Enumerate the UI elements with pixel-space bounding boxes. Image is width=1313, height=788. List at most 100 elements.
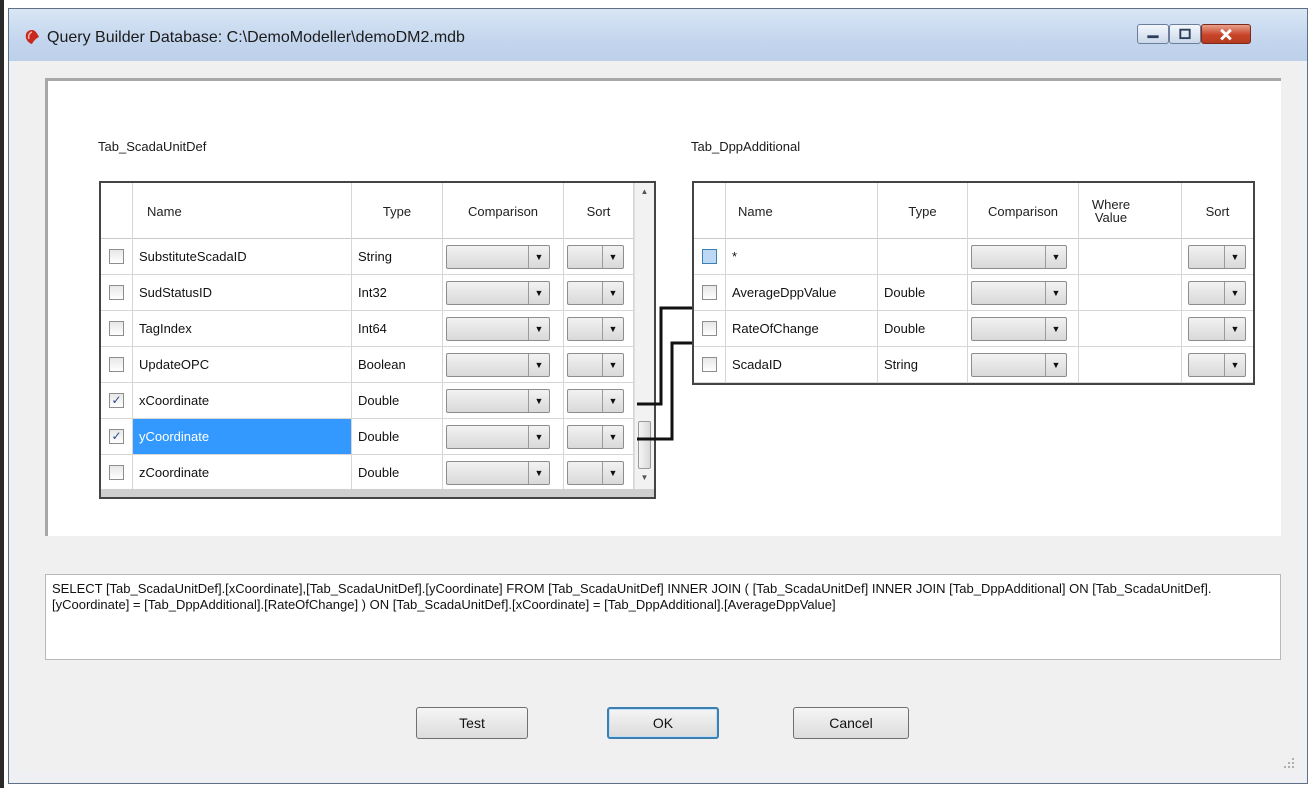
field-name-cell[interactable]: RateOfChange [726, 311, 878, 346]
comparison-dropdown[interactable]: ▼ [971, 317, 1067, 341]
scroll-thumb[interactable] [638, 421, 651, 469]
horizontal-scrollbar[interactable] [101, 489, 654, 497]
chevron-down-icon: ▼ [528, 462, 549, 484]
dialog-body: Tab_ScadaUnitDef Tab_DppAdditional Name … [17, 61, 1299, 773]
comparison-dropdown[interactable]: ▼ [446, 245, 550, 269]
scroll-up-icon[interactable]: ▲ [635, 185, 654, 199]
sort-dropdown[interactable]: ▼ [567, 353, 624, 377]
comparison-dropdown[interactable]: ▼ [971, 353, 1067, 377]
chevron-down-icon: ▼ [1045, 282, 1066, 304]
sort-cell: ▼ [564, 275, 634, 310]
chevron-down-icon: ▼ [1224, 282, 1245, 304]
table-row[interactable]: UpdateOPC Boolean ▼ ▼ [101, 347, 634, 383]
resize-grip-icon[interactable] [1283, 757, 1295, 769]
header-name[interactable]: Name [133, 183, 352, 239]
where-value-cell[interactable] [1079, 347, 1182, 382]
header-type[interactable]: Type [352, 183, 443, 239]
ok-button[interactable]: OK [607, 707, 719, 739]
field-name-cell[interactable]: ScadaID [726, 347, 878, 382]
row-checkbox[interactable]: ✓ [109, 429, 124, 444]
close-button[interactable] [1201, 24, 1251, 44]
sort-dropdown[interactable]: ▼ [567, 245, 624, 269]
sort-dropdown[interactable]: ▼ [1188, 317, 1246, 341]
sort-dropdown[interactable]: ▼ [567, 425, 624, 449]
sort-dropdown[interactable]: ▼ [567, 317, 624, 341]
field-name-cell[interactable]: * [726, 239, 878, 274]
row-checkbox[interactable] [702, 357, 717, 372]
where-value-cell[interactable] [1079, 239, 1182, 274]
table-row[interactable]: * ▼ ▼ [694, 239, 1253, 275]
comparison-dropdown[interactable]: ▼ [446, 281, 550, 305]
row-select-cell [694, 239, 726, 274]
table-row[interactable]: ✓ yCoordinate Double ▼ ▼ [101, 419, 634, 455]
row-select-cell [101, 311, 133, 346]
header-comparison[interactable]: Comparison [443, 183, 564, 239]
sort-dropdown[interactable]: ▼ [567, 281, 624, 305]
row-checkbox[interactable] [109, 321, 124, 336]
header-type[interactable]: Type [878, 183, 968, 239]
comparison-dropdown[interactable]: ▼ [446, 353, 550, 377]
test-button[interactable]: Test [416, 707, 528, 739]
cancel-button[interactable]: Cancel [793, 707, 909, 739]
comparison-dropdown[interactable]: ▼ [971, 245, 1067, 269]
comparison-dropdown[interactable]: ▼ [446, 425, 550, 449]
table-row[interactable]: RateOfChange Double ▼ ▼ [694, 311, 1253, 347]
sort-dropdown[interactable]: ▼ [567, 389, 624, 413]
field-name-cell[interactable]: xCoordinate [133, 383, 352, 418]
row-checkbox[interactable] [109, 357, 124, 372]
sql-text-box[interactable]: SELECT [Tab_ScadaUnitDef].[xCoordinate],… [45, 574, 1281, 660]
header-name[interactable]: Name [726, 183, 878, 239]
scroll-down-icon[interactable]: ▼ [635, 471, 654, 485]
table-row[interactable]: zCoordinate Double ▼ ▼ [101, 455, 634, 491]
chevron-down-icon: ▼ [528, 390, 549, 412]
field-name-cell[interactable]: SubstituteScadaID [133, 239, 352, 274]
minimize-icon [1147, 35, 1159, 39]
sort-dropdown[interactable]: ▼ [567, 461, 624, 485]
row-checkbox[interactable] [702, 285, 717, 300]
row-checkbox[interactable] [109, 465, 124, 480]
header-comparison[interactable]: Comparison [968, 183, 1079, 239]
table-row[interactable]: ScadaID String ▼ ▼ [694, 347, 1253, 383]
chevron-down-icon: ▼ [602, 390, 623, 412]
comparison-dropdown[interactable]: ▼ [446, 317, 550, 341]
table-row[interactable]: ✓ xCoordinate Double ▼ ▼ [101, 383, 634, 419]
header-where-value[interactable]: Where Value [1079, 183, 1182, 239]
field-name-cell[interactable]: TagIndex [133, 311, 352, 346]
maximize-button[interactable] [1169, 24, 1201, 44]
field-name-cell[interactable]: yCoordinate [133, 419, 352, 454]
comparison-dropdown[interactable]: ▼ [446, 461, 550, 485]
table-row[interactable]: TagIndex Int64 ▼ ▼ [101, 311, 634, 347]
comparison-cell: ▼ [443, 311, 564, 346]
comparison-dropdown[interactable]: ▼ [971, 281, 1067, 305]
vertical-scrollbar[interactable]: ▲ ▼ [634, 183, 654, 489]
row-select-cell: ✓ [101, 419, 133, 454]
row-checkbox[interactable] [109, 285, 124, 300]
field-name-cell[interactable]: UpdateOPC [133, 347, 352, 382]
field-name-cell[interactable]: AverageDppValue [726, 275, 878, 310]
row-checkbox[interactable] [109, 249, 124, 264]
where-value-cell[interactable] [1079, 311, 1182, 346]
field-name-cell[interactable]: SudStatusID [133, 275, 352, 310]
minimize-button[interactable] [1137, 24, 1169, 44]
table-grid-scadaunitdef[interactable]: Name Type Comparison Sort SubstituteScad… [99, 181, 656, 499]
where-value-cell[interactable] [1079, 275, 1182, 310]
row-checkbox[interactable]: ✓ [109, 393, 124, 408]
comparison-cell: ▼ [443, 239, 564, 274]
table-row[interactable]: AverageDppValue Double ▼ ▼ [694, 275, 1253, 311]
sort-dropdown[interactable]: ▼ [1188, 245, 1246, 269]
comparison-dropdown[interactable]: ▼ [446, 389, 550, 413]
field-type-cell: Double [352, 383, 443, 418]
table-row[interactable]: SubstituteScadaID String ▼ ▼ [101, 239, 634, 275]
maximize-icon [1179, 28, 1191, 40]
header-sort[interactable]: Sort [564, 183, 634, 239]
query-design-canvas[interactable]: Tab_ScadaUnitDef Tab_DppAdditional Name … [45, 78, 1281, 536]
field-name-cell[interactable]: zCoordinate [133, 455, 352, 490]
table-row[interactable]: SudStatusID Int32 ▼ ▼ [101, 275, 634, 311]
sort-dropdown[interactable]: ▼ [1188, 353, 1246, 377]
header-sort[interactable]: Sort [1182, 183, 1253, 239]
table-grid-dppadditional[interactable]: Name Type Comparison Where Value Sort * ▼… [692, 181, 1255, 385]
title-bar[interactable]: Query Builder Database: C:\DemoModeller\… [9, 9, 1307, 61]
row-checkbox[interactable] [702, 249, 717, 264]
row-checkbox[interactable] [702, 321, 717, 336]
sort-dropdown[interactable]: ▼ [1188, 281, 1246, 305]
